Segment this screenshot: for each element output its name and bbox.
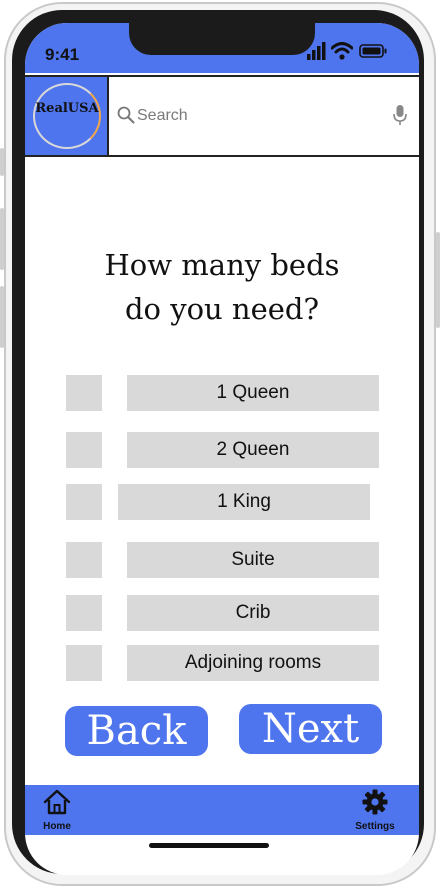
option-suite[interactable]: Suite (127, 542, 379, 578)
status-bar: 9:41 (25, 23, 419, 73)
microphone-icon[interactable] (393, 104, 407, 126)
search-bar (111, 77, 419, 155)
page-title: How many beds do you need? (25, 243, 419, 331)
home-icon (43, 789, 71, 815)
volume-up-button (0, 208, 4, 270)
option-crib[interactable]: Crib (127, 595, 379, 631)
home-indicator (149, 843, 269, 848)
checkbox-1-king[interactable] (66, 484, 102, 520)
search-icon (117, 106, 135, 124)
wifi-icon (331, 42, 353, 60)
cellular-signal-icon (307, 42, 326, 60)
option-2-queen[interactable]: 2 Queen (127, 432, 379, 468)
status-icons (303, 42, 403, 62)
tab-settings[interactable]: Settings (345, 789, 405, 832)
volume-down-button (0, 286, 4, 348)
checkbox-crib[interactable] (66, 595, 102, 631)
search-input[interactable] (137, 103, 377, 129)
tab-settings-label: Settings (355, 821, 395, 832)
checkbox-2-queen[interactable] (66, 432, 102, 468)
notch (129, 23, 315, 55)
app-screen: 9:41 RealUSA Search How many beds do you… (25, 23, 419, 875)
logo-ring-icon (33, 83, 101, 149)
tab-home[interactable]: Home (27, 789, 87, 832)
option-adjoining-rooms[interactable]: Adjoining rooms (127, 645, 379, 681)
back-button[interactable]: Back (65, 706, 208, 756)
question-line-2: do you need? (124, 292, 320, 326)
question-line-1: How many beds (104, 248, 340, 282)
logo-text: RealUSA (35, 101, 99, 116)
logo[interactable]: RealUSA (25, 77, 109, 155)
checkbox-1-queen[interactable] (66, 375, 102, 411)
power-button (436, 232, 440, 328)
tab-home-label: Home (43, 821, 71, 832)
silent-switch (0, 148, 4, 176)
tab-bar: Home Settings (25, 785, 419, 835)
option-1-king[interactable]: 1 King (118, 484, 370, 520)
gear-icon (362, 789, 388, 815)
checkbox-adjoining-rooms[interactable] (66, 645, 102, 681)
next-button[interactable]: Next (239, 704, 382, 754)
battery-icon (359, 44, 387, 58)
option-1-queen[interactable]: 1 Queen (127, 375, 379, 411)
status-time: 9:41 (45, 45, 80, 64)
checkbox-suite[interactable] (66, 542, 102, 578)
app-header: RealUSA (25, 75, 419, 157)
